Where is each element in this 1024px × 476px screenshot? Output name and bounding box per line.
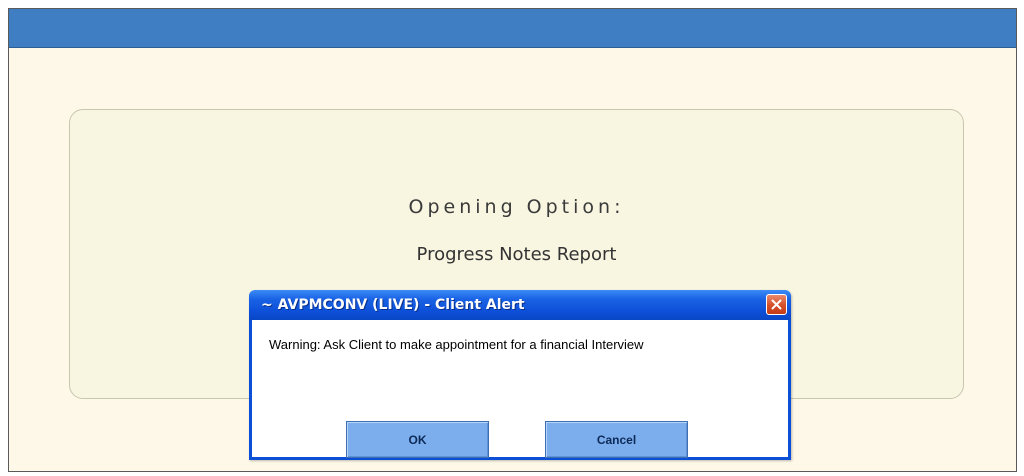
opening-option-label: Opening Option:	[408, 196, 625, 218]
dialog-message: Warning: Ask Client to make appointment …	[269, 337, 644, 352]
close-icon	[771, 299, 782, 310]
dialog-close-button[interactable]	[766, 294, 787, 315]
app-header-bar	[9, 9, 1016, 48]
dialog-titlebar[interactable]: ~ AVPMCONV (LIVE) - Client Alert	[249, 290, 791, 320]
client-alert-dialog: ~ AVPMCONV (LIVE) - Client Alert Warning…	[249, 290, 791, 460]
dialog-body: Warning: Ask Client to make appointment …	[252, 320, 788, 458]
ok-button[interactable]: OK	[346, 421, 489, 458]
opening-option-value: Progress Notes Report	[416, 244, 617, 265]
dialog-title: ~ AVPMCONV (LIVE) - Client Alert	[261, 297, 525, 313]
cancel-button[interactable]: Cancel	[545, 421, 688, 458]
